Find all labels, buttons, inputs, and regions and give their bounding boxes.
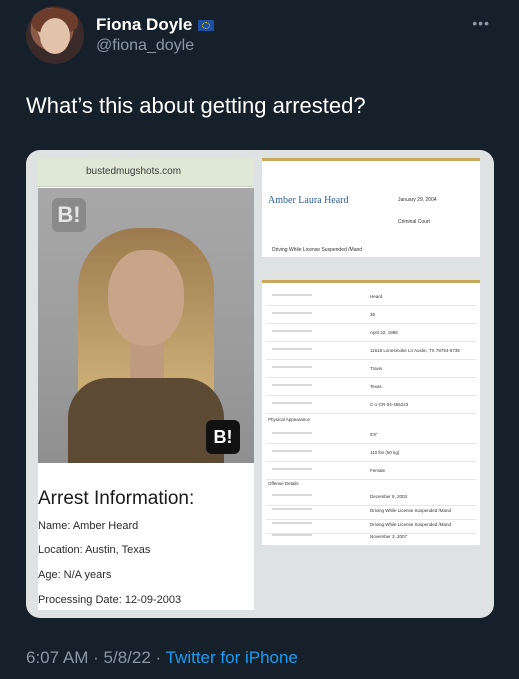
tweet-text: What’s this about getting arrested? — [26, 93, 366, 118]
detail-row: 5'8" — [266, 427, 476, 444]
eu-flag-icon — [198, 19, 215, 31]
tweet-header: Fiona Doyle @fiona_doyle ••• — [26, 6, 496, 66]
details-card: Heard 36 April 22, 1986 11618 Lonesmoke … — [262, 280, 480, 546]
user-handle[interactable]: @fiona_doyle — [96, 37, 194, 55]
record-full-name: Amber Laura Heard — [268, 195, 349, 206]
site-name: bustedmugshots.com — [86, 166, 182, 177]
arrest-info-title: Arrest Information: — [38, 488, 195, 509]
detail-row: 110 lbs (50 kg) — [266, 445, 476, 462]
site-logo-badge-dark: B! — [206, 420, 240, 454]
photo-face — [108, 250, 184, 346]
detail-row: 36 — [266, 307, 476, 324]
avatar[interactable] — [26, 6, 84, 64]
record-court: Criminal Court — [398, 219, 430, 225]
arrest-name: Name: Amber Heard — [38, 520, 139, 532]
tweet-date[interactable]: 5/8/22 — [104, 648, 151, 667]
detail-row: 11618 Lonesmoke Ln Austin, TX 78754-5736 — [266, 343, 476, 360]
detail-row: Texas — [266, 379, 476, 396]
photo-shirt — [68, 378, 224, 463]
detail-row: November 3, 2007 — [266, 529, 476, 546]
display-name[interactable]: Fiona Doyle — [96, 15, 192, 35]
record-panel: Amber Laura Heard January 29, 2004 Crimi… — [262, 158, 482, 610]
separator: · — [93, 648, 99, 667]
detail-row: C-1-CR-04-456223 — [266, 397, 476, 414]
more-options-icon[interactable]: ••• — [472, 15, 490, 31]
arrest-location: Location: Austin, Texas — [38, 544, 151, 556]
record-charge: Driving While License Suspended /Mand — [272, 247, 363, 253]
detail-row: Female — [266, 463, 476, 480]
physical-appearance-label: Physical Appearance — [268, 417, 311, 422]
tweet-source-link[interactable]: Twitter for iPhone — [166, 648, 298, 667]
detail-row: Heard — [266, 289, 476, 306]
separator: · — [155, 648, 162, 667]
arrest-processing-date: Processing Date: 12-09-2003 — [38, 594, 182, 606]
avatar-face — [40, 18, 70, 54]
offense-details-label: Offense Details — [268, 481, 299, 486]
case-card: Amber Laura Heard January 29, 2004 Crimi… — [262, 158, 480, 257]
name-row: Fiona Doyle — [96, 15, 215, 35]
arrest-age: Age: N/A years — [38, 569, 112, 581]
tweet-time[interactable]: 6:07 AM — [26, 648, 88, 667]
tweet-timestamp: 6:07 AM · 5/8/22 · Twitter for iPhone — [26, 648, 298, 668]
detail-row: April 22, 1986 — [266, 325, 476, 342]
record-date: January 29, 2004 — [398, 197, 437, 203]
detail-row: Travis — [266, 361, 476, 378]
site-bar: bustedmugshots.com — [38, 158, 254, 187]
mugshot-panel: bustedmugshots.com B! B! Arrest Informat… — [38, 158, 254, 610]
site-logo-badge: B! — [52, 198, 86, 232]
tweet-media-image[interactable]: bustedmugshots.com B! B! Arrest Informat… — [26, 150, 494, 618]
